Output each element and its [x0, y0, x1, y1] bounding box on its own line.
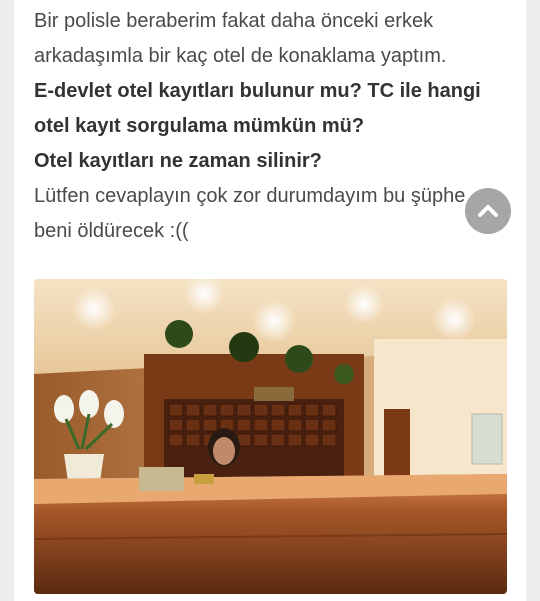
hotel-reception-image — [34, 279, 507, 594]
article-question: Otel kayıtları ne zaman silinir? — [34, 150, 322, 172]
chevron-up-icon — [478, 205, 498, 217]
article-paragraph: Lütfen cevaplayın çok zor durumdayım bu … — [34, 185, 466, 242]
article-question: E-devlet otel kayıtları bulunur mu? TC i… — [34, 80, 481, 137]
scroll-to-top-button[interactable] — [465, 188, 511, 234]
article-paragraph: Bir polisle beraberim fakat daha önceki … — [34, 10, 447, 67]
article-card: Bir polisle beraberim fakat daha önceki … — [14, 0, 526, 601]
